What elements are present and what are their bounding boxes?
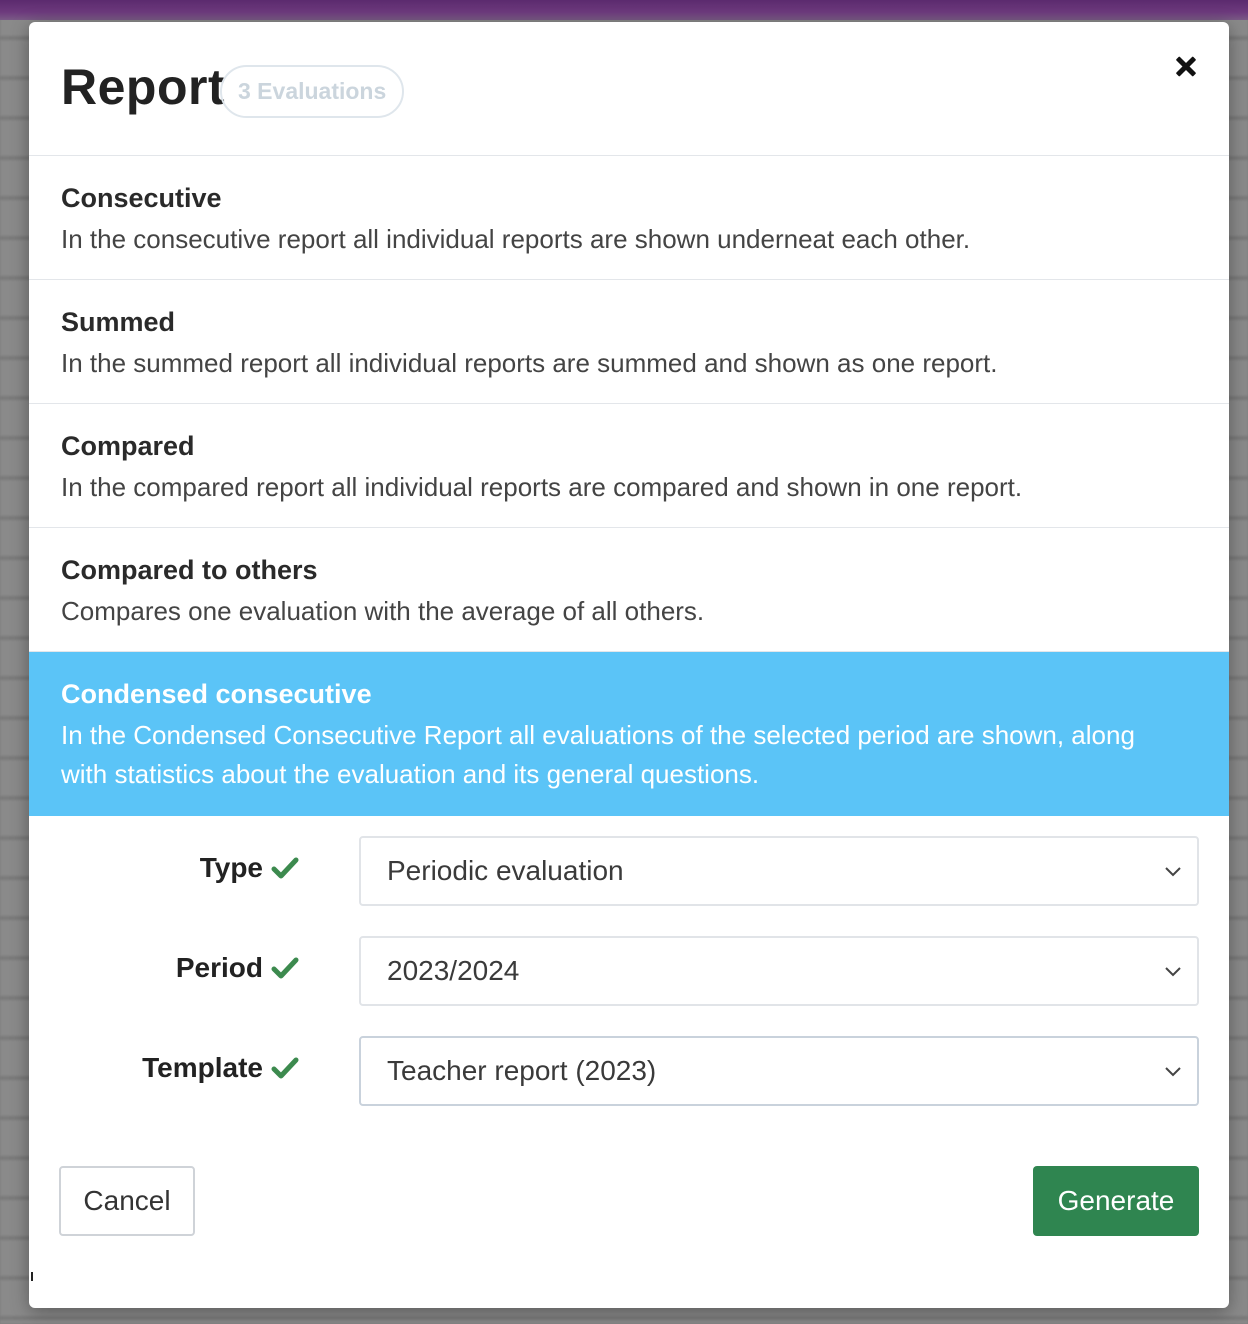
type-select[interactable]: Periodic evaluation (359, 836, 1199, 906)
generate-button[interactable]: Generate (1033, 1166, 1199, 1236)
type-label-text: Type (199, 852, 263, 883)
type-select-value: Periodic evaluation (387, 855, 624, 886)
report-type-description: In the compared report all individual re… (61, 472, 1023, 502)
form-row-period: Period 2023/2024 (29, 936, 1229, 1006)
close-icon[interactable] (1171, 52, 1201, 82)
chevron-down-icon (1165, 967, 1181, 977)
period-label: Period (176, 952, 299, 984)
period-select[interactable]: 2023/2024 (359, 936, 1199, 1006)
form-row-type: Type Periodic evaluation (29, 836, 1229, 906)
report-type-description: In the consecutive report all individual… (61, 224, 971, 254)
report-type-title: Condensed consecutive (61, 679, 372, 709)
report-type-list: Consecutive In the consecutive report al… (29, 156, 1229, 816)
check-icon (271, 955, 299, 981)
period-label-text: Period (175, 952, 263, 983)
chevron-down-icon (1165, 867, 1181, 877)
app-top-bar (0, 0, 1248, 20)
report-type-description: In the summed report all individual repo… (61, 348, 998, 378)
template-select[interactable]: Teacher report (2023) (359, 1036, 1199, 1106)
report-type-description: Compares one evaluation with the average… (61, 596, 705, 626)
check-icon (271, 855, 299, 881)
report-modal: Report 3 Evaluations Consecutive In the … (29, 22, 1229, 1308)
report-type-compared[interactable]: Compared In the compared report all indi… (29, 404, 1229, 528)
report-type-title: Compared to others (61, 555, 318, 585)
template-label-text: Template (142, 1052, 263, 1083)
report-type-condensed-consecutive[interactable]: Condensed consecutive In the Condensed C… (29, 652, 1229, 816)
evaluations-count-badge: 3 Evaluations (220, 65, 405, 118)
modal-header: Report 3 Evaluations (29, 22, 1229, 156)
period-select-value: 2023/2024 (387, 955, 520, 986)
report-type-title: Consecutive (61, 183, 222, 213)
type-label: Type (200, 852, 299, 884)
report-type-title: Compared (61, 431, 195, 461)
check-icon (271, 1055, 299, 1081)
report-type-consecutive[interactable]: Consecutive In the consecutive report al… (29, 156, 1229, 280)
template-select-value: Teacher report (2023) (387, 1055, 657, 1086)
template-label: Template (142, 1052, 299, 1084)
stray-mark (31, 1272, 33, 1281)
report-type-title: Summed (61, 307, 176, 337)
modal-title: Report (61, 59, 226, 115)
cancel-button[interactable]: Cancel (59, 1166, 195, 1236)
report-type-summed[interactable]: Summed In the summed report all individu… (29, 280, 1229, 404)
report-type-description: In the Condensed Consecutive Report all … (61, 720, 1135, 789)
report-type-compared-to-others[interactable]: Compared to others Compares one evaluati… (29, 528, 1229, 652)
form-row-template: Template Teacher report (2023) (29, 1036, 1229, 1106)
chevron-down-icon (1165, 1067, 1181, 1077)
